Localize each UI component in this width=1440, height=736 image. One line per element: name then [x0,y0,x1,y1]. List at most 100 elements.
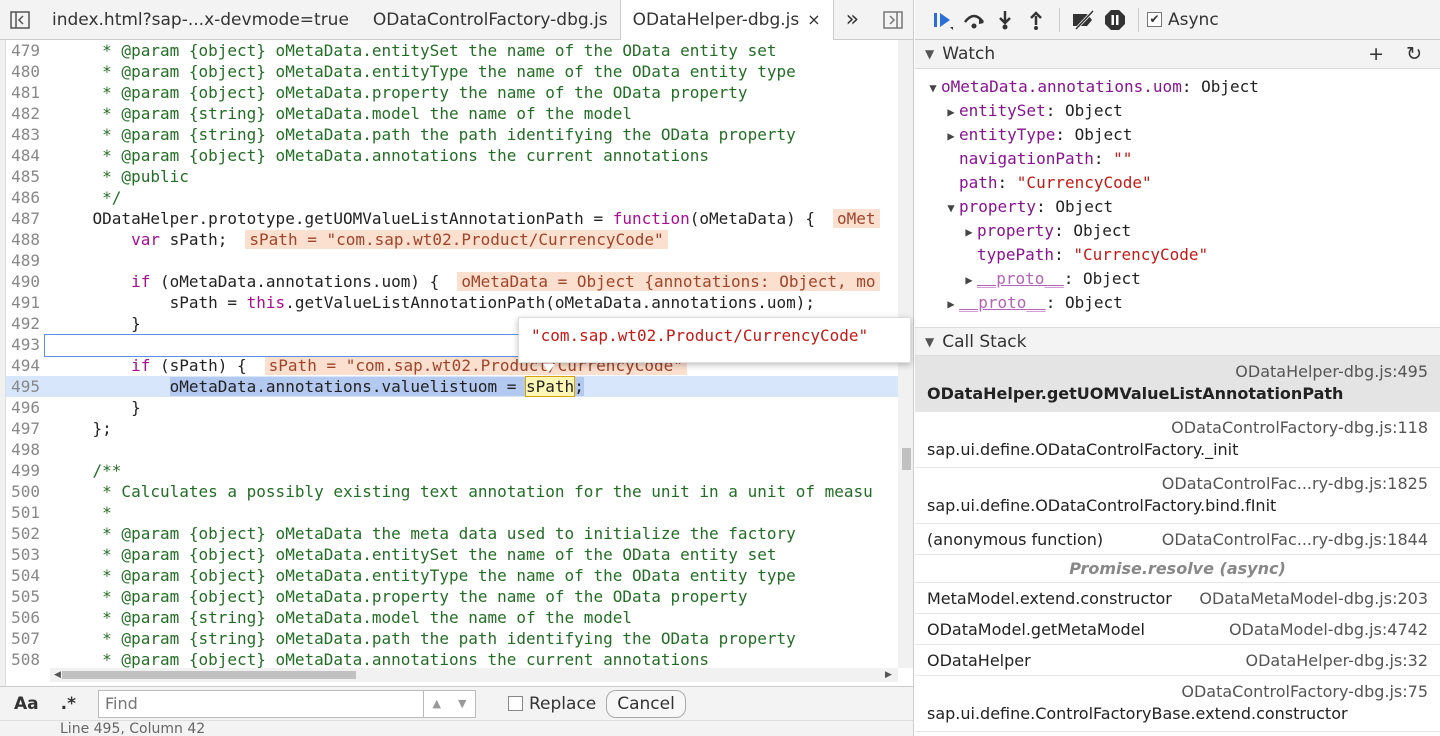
find-previous-icon[interactable]: ▲ [433,697,441,710]
code-line[interactable]: 502 * @param {object} oMetaData the meta… [6,523,898,544]
line-number[interactable]: 499 [6,460,46,481]
code-line[interactable]: 479 * @param {object} oMetaData.entitySe… [6,40,898,61]
resume-button[interactable] [927,5,958,35]
line-number[interactable]: 491 [6,292,46,313]
line-number[interactable]: 486 [6,187,46,208]
expanded-triangle-icon[interactable]: ▼ [925,76,941,100]
watch-header[interactable]: ▼ Watch + ↻ [915,40,1440,69]
line-number[interactable]: 497 [6,418,46,439]
regex-button[interactable]: .* [61,694,76,714]
watch-row[interactable]: ▶ __proto__: Object [915,267,1440,291]
toggle-navigator-icon[interactable] [0,0,40,40]
line-number[interactable]: 502 [6,523,46,544]
code-line[interactable]: 498 [6,439,898,460]
frame-location[interactable]: ODataControlFactory-dbg.js:118 [927,412,1428,440]
step-out-button[interactable] [1020,5,1051,35]
code-line[interactable]: 480 * @param {object} oMetaData.entityTy… [6,61,898,82]
collapsed-triangle-icon[interactable]: ▶ [961,220,977,244]
line-number[interactable]: 489 [6,250,46,271]
code-line[interactable]: 501 * [6,502,898,523]
tab-index-html[interactable]: index.html?sap-...x-devmode=true [40,0,361,40]
frame-location[interactable]: ODataControlFactory-dbg.js:75 [927,676,1428,704]
code-line[interactable]: 481 * @param {object} oMetaData.property… [6,82,898,103]
code-line[interactable]: 496 } [6,397,898,418]
line-number[interactable]: 480 [6,61,46,82]
watch-row[interactable]: navigationPath: "" [915,147,1440,171]
frame-location[interactable]: ODataControlFac...ry-dbg.js:1844 [1162,530,1428,549]
watch-row[interactable]: ▶ entityType: Object [915,123,1440,147]
watch-row[interactable]: ▼ oMetaData.annotations.uom: Object [915,75,1440,99]
line-number[interactable]: 508 [6,649,46,668]
code-line[interactable]: 500 * Calculates a possibly existing tex… [6,481,898,502]
pause-on-exceptions-button[interactable] [1099,5,1130,35]
watch-row[interactable]: ▶ __proto__: Object [915,291,1440,315]
step-over-button[interactable] [958,5,989,35]
code-line[interactable]: 486 */ [6,187,898,208]
callstack-frame[interactable]: (anonymous function) ODataControlFac...ry… [915,524,1440,555]
line-number[interactable]: 488 [6,229,46,250]
line-number[interactable]: 501 [6,502,46,523]
vertical-scrollbar-thumb[interactable] [902,448,911,470]
match-case-button[interactable]: Aa [14,694,39,714]
frame-location[interactable]: ODataHelper-dbg.js:495 [927,356,1428,384]
line-number[interactable]: 495 [6,376,46,397]
collapsed-triangle-icon[interactable]: ▶ [943,100,959,124]
line-number[interactable]: 483 [6,124,46,145]
refresh-watch-icon[interactable]: ↻ [1406,43,1422,65]
callstack-header[interactable]: ▼ Call Stack [915,327,1440,356]
line-number[interactable]: 496 [6,397,46,418]
watch-row[interactable]: ▶ entitySet: Object [915,99,1440,123]
code-line[interactable]: 503 * @param {object} oMetaData.entitySe… [6,544,898,565]
callstack-frame[interactable]: ODataHelper ODataHelper-dbg.js:32 [915,645,1440,676]
line-number[interactable]: 487 [6,208,46,229]
close-tab-icon[interactable]: × [807,10,820,29]
line-number[interactable]: 505 [6,586,46,607]
line-number[interactable]: 485 [6,166,46,187]
frame-location[interactable]: ODataControlFac...ry-dbg.js:1825 [927,468,1428,496]
line-number[interactable]: 507 [6,628,46,649]
callstack-frame[interactable]: MetaModel.extend.constructor ODataMetaMod… [915,583,1440,614]
code-line[interactable]: 506 * @param {string} oMetaData.model th… [6,607,898,628]
code-line[interactable]: 487 ODataHelper.prototype.getUOMValueLis… [6,208,898,229]
find-input[interactable] [98,689,424,718]
collapsed-triangle-icon[interactable]: ▶ [943,292,959,316]
code-line[interactable]: 495 oMetaData.annotations.valuelistuom =… [6,376,898,397]
line-number[interactable]: 504 [6,565,46,586]
frame-location[interactable]: ODataModel-dbg.js:4742 [1229,620,1428,639]
code-line[interactable]: 508 * @param {object} oMetaData.annotati… [6,649,898,668]
line-number[interactable]: 492 [6,313,46,334]
line-number[interactable]: 498 [6,439,46,460]
code-line[interactable]: 507 * @param {string} oMetaData.path the… [6,628,898,649]
line-number[interactable]: 479 [6,40,46,61]
add-watch-icon[interactable]: + [1368,43,1384,65]
async-checkbox[interactable]: ✔ [1147,12,1162,27]
find-next-icon[interactable]: ▼ [458,697,466,710]
frame-location[interactable]: ODataHelper-dbg.js:32 [1245,651,1428,670]
collapsed-triangle-icon[interactable]: ▶ [943,124,959,148]
code-line[interactable]: 482 * @param {string} oMetaData.model th… [6,103,898,124]
code-line[interactable]: 491 sPath = this.getValueListAnnotationP… [6,292,898,313]
callstack-frame[interactable]: ODataControlFac...ry-dbg.js:1825 sap.ui.d… [915,468,1440,524]
line-number[interactable]: 493 [6,334,46,355]
code-line[interactable]: 488 var sPath; sPath = "com.sap.wt02.Prod… [6,229,898,250]
line-number[interactable]: 482 [6,103,46,124]
watch-row[interactable]: ▼ property: Object [915,195,1440,219]
code-line[interactable]: 505 * @param {object} oMetaData.property… [6,586,898,607]
callstack-frame[interactable]: ODataControlFactory-dbg.js:118 sap.ui.def… [915,412,1440,468]
horizontal-scrollbar-thumb[interactable] [62,671,356,679]
line-number[interactable]: 506 [6,607,46,628]
line-number[interactable]: 484 [6,145,46,166]
watch-row[interactable]: path: "CurrencyCode" [915,171,1440,195]
tab-odatacontrolfactory[interactable]: ODataControlFactory-dbg.js [361,0,620,40]
watch-row[interactable]: ▶ property: Object [915,219,1440,243]
callstack-frame[interactable]: ODataModel.getMetaModel ODataModel-dbg.js… [915,614,1440,645]
callstack-frame[interactable]: ODataHelper-dbg.js:495 ODataHelper.getUOM… [915,356,1440,412]
line-number[interactable]: 494 [6,355,46,376]
code-line[interactable]: 497 }; [6,418,898,439]
line-number[interactable]: 481 [6,82,46,103]
toggle-debugger-icon[interactable] [873,0,913,40]
line-number[interactable]: 503 [6,544,46,565]
code-line[interactable]: 484 * @param {object} oMetaData.annotati… [6,145,898,166]
code-line[interactable]: 504 * @param {object} oMetaData.entityTy… [6,565,898,586]
line-number[interactable]: 500 [6,481,46,502]
